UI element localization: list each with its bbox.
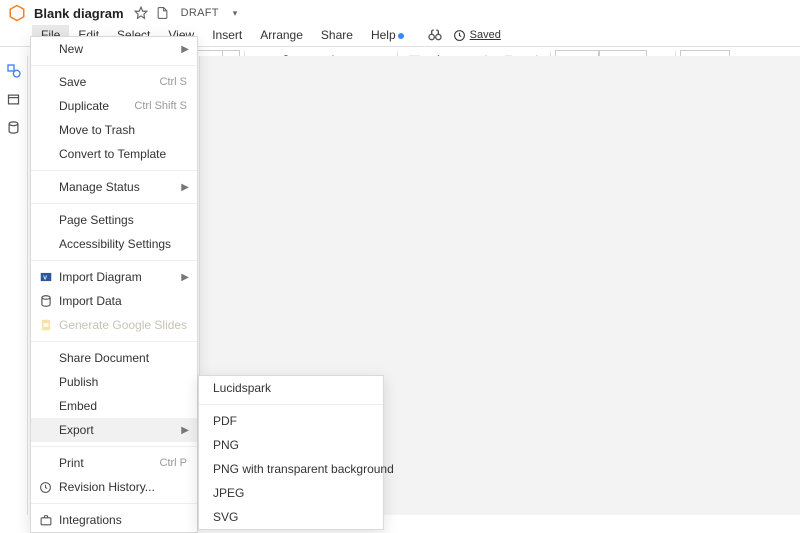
menu-shortcut: Ctrl S [160, 76, 188, 88]
submenu-arrow-icon: ▶ [181, 272, 189, 283]
menu-item-label: Integrations [59, 513, 122, 527]
file-menu-item[interactable]: Save Ctrl S [31, 70, 197, 94]
submenu-arrow-icon: ▶ [181, 182, 189, 193]
file-menu-item[interactable]: Move to Trash [31, 118, 197, 142]
shapes-rail-icon[interactable] [5, 62, 23, 80]
status-caret-icon[interactable]: ▾ [233, 8, 238, 19]
saved-label: Saved [470, 29, 501, 41]
file-menu-item[interactable]: Export ▶ [31, 418, 197, 442]
draft-status[interactable]: DRAFT [181, 7, 219, 19]
menu-item-label: Duplicate [59, 99, 109, 113]
menu-item-label: Revision History... [59, 480, 155, 494]
star-icon[interactable] [134, 6, 148, 20]
find-icon[interactable] [427, 27, 443, 43]
menu-item-label: JPEG [213, 486, 244, 500]
export-submenu: Lucidspark PDF PNG PNG with transparent bac… [198, 375, 384, 530]
menu-item-label: Import Diagram [59, 270, 142, 284]
document-title[interactable]: Blank diagram [34, 6, 124, 21]
menu-item-label: Manage Status [59, 180, 140, 194]
menu-item-label: Generate Google Slides [59, 318, 187, 332]
file-menu-item[interactable]: Accessibility Settings [31, 232, 197, 256]
svg-text:V: V [43, 275, 47, 281]
menu-item-label: PDF [213, 414, 237, 428]
file-menu-item[interactable]: Publish [31, 370, 197, 394]
menu-item-label: SVG [213, 510, 238, 524]
submenu-arrow-icon: ▶ [181, 44, 189, 55]
menu-arrange[interactable]: Arrange [251, 25, 312, 45]
slides-icon [38, 318, 53, 333]
menu-shortcut: Ctrl Shift S [134, 100, 187, 112]
menu-item-label: New [59, 42, 83, 56]
export-menu-item[interactable]: Lucidspark [199, 376, 383, 400]
help-notification-dot [398, 33, 404, 39]
header-bar: Blank diagram DRAFT ▾ [0, 0, 800, 24]
app-logo [8, 4, 26, 22]
left-rail [0, 56, 28, 515]
file-menu-item[interactable]: Manage Status ▶ [31, 175, 197, 199]
export-menu-item[interactable]: SVG [199, 505, 383, 529]
menu-share[interactable]: Share [312, 25, 362, 45]
file-menu-item[interactable]: Embed [31, 394, 197, 418]
file-menu-item[interactable]: Print Ctrl P [31, 451, 197, 475]
visio-icon: V [38, 270, 53, 285]
file-menu-item[interactable]: Convert to Template [31, 142, 197, 166]
db-icon [38, 294, 53, 309]
menu-item-label: Save [59, 75, 86, 89]
file-menu-item[interactable]: V Import Diagram ▶ [31, 265, 197, 289]
menu-item-label: PNG with transparent background [213, 462, 394, 476]
file-menu-dropdown: New ▶ Save Ctrl S Duplicate Ctrl Shift S Move … [30, 36, 198, 533]
export-menu-item[interactable]: JPEG [199, 481, 383, 505]
file-menu-item: Generate Google Slides [31, 313, 197, 337]
menu-help[interactable]: Help [362, 25, 413, 45]
file-menu-item[interactable]: Integrations [31, 508, 197, 532]
clock-icon [38, 480, 53, 495]
menu-item-label: Share Document [59, 351, 149, 365]
file-menu-item[interactable]: Import Data [31, 289, 197, 313]
data-rail-icon[interactable] [5, 118, 23, 136]
file-menu-item[interactable]: Share Document [31, 346, 197, 370]
export-menu-item[interactable]: PNG [199, 433, 383, 457]
file-menu-item[interactable]: Page Settings [31, 208, 197, 232]
menu-item-label: Embed [59, 399, 97, 413]
saved-indicator[interactable]: Saved [453, 29, 501, 42]
export-menu-item[interactable]: PDF [199, 409, 383, 433]
menu-shortcut: Ctrl P [160, 457, 188, 469]
menu-item-label: Convert to Template [59, 147, 166, 161]
menu-insert[interactable]: Insert [203, 25, 251, 45]
file-menu-item[interactable]: Duplicate Ctrl Shift S [31, 94, 197, 118]
menu-item-label: Page Settings [59, 213, 134, 227]
container-rail-icon[interactable] [5, 90, 23, 108]
menu-item-label: Accessibility Settings [59, 237, 171, 251]
menu-item-label: Export [59, 423, 94, 437]
menu-item-label: PNG [213, 438, 239, 452]
page-icon[interactable] [156, 6, 169, 20]
menu-item-label: Lucidspark [213, 381, 271, 395]
menu-item-label: Publish [59, 375, 98, 389]
menu-item-label: Print [59, 456, 84, 470]
file-menu-item[interactable]: Revision History... [31, 475, 197, 499]
export-menu-item[interactable]: PNG with transparent background [199, 457, 383, 481]
submenu-arrow-icon: ▶ [181, 425, 189, 436]
file-menu-item[interactable]: New ▶ [31, 37, 197, 61]
menu-item-label: Move to Trash [59, 123, 135, 137]
menu-item-label: Import Data [59, 294, 122, 308]
